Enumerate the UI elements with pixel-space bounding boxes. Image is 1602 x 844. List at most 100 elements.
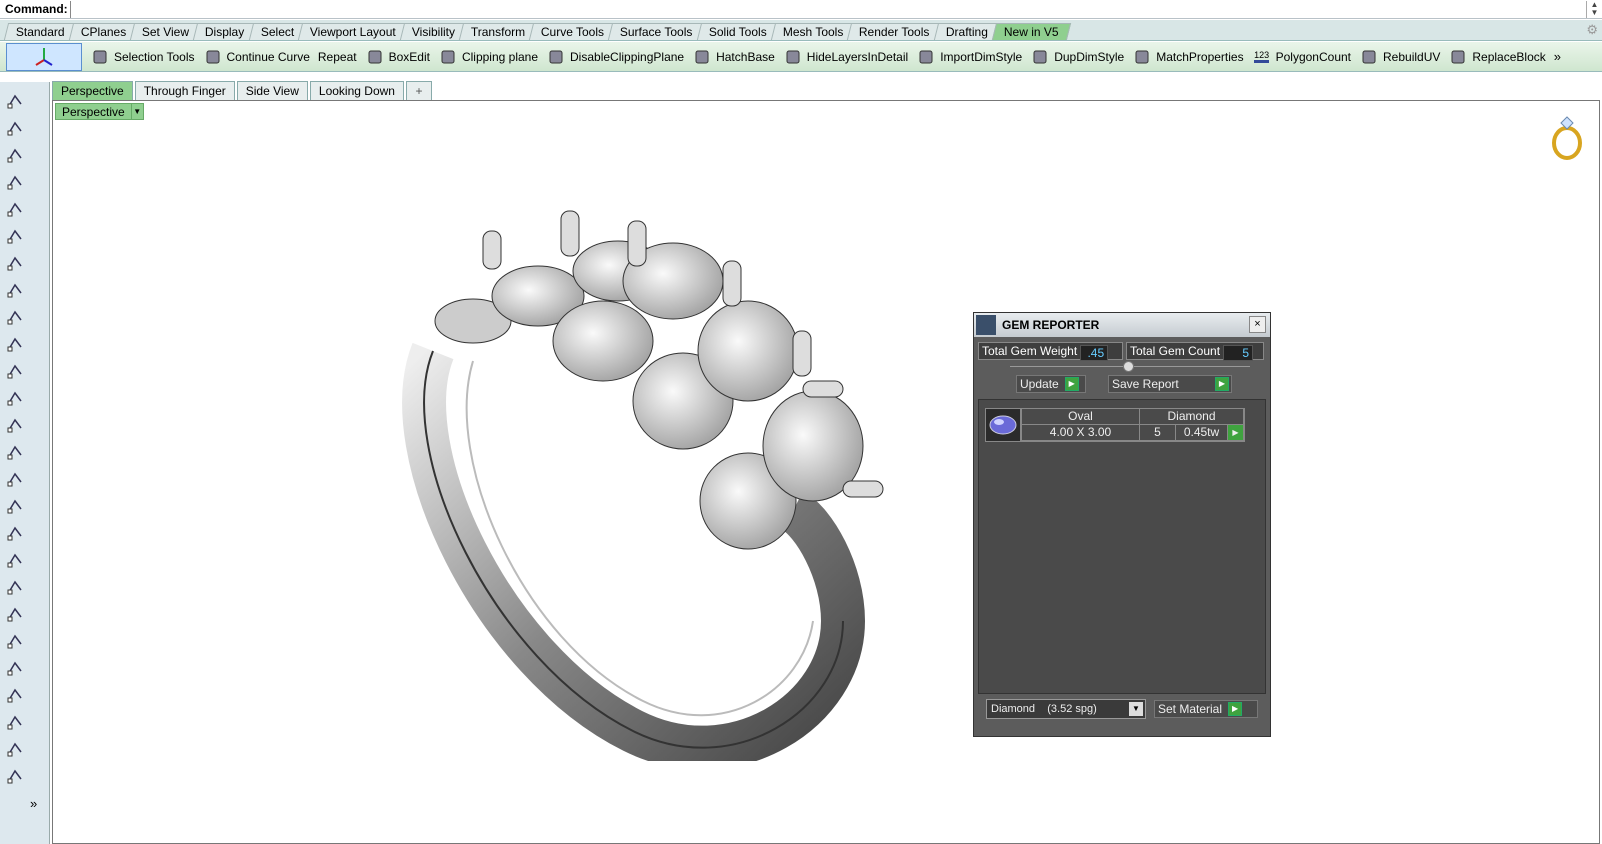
viewport-tab-through-finger[interactable]: Through Finger	[134, 81, 235, 100]
two-point-line-icon[interactable]	[4, 495, 26, 517]
polyline-tool-icon[interactable]	[4, 306, 26, 328]
tab-mesh-tools[interactable]: Mesh Tools	[770, 23, 856, 40]
toolbar-selection-tools-button[interactable]: Selection Tools	[90, 47, 195, 67]
save-report-button[interactable]: Save Report ▶	[1108, 375, 1232, 393]
toolbar-polygoncount-button[interactable]: 123 PolygonCount	[1252, 47, 1351, 67]
panel-splitter[interactable]	[1010, 361, 1250, 372]
curve-blend-icon[interactable]	[4, 738, 26, 760]
grid-points-icon[interactable]	[4, 333, 26, 355]
circle-3pt-icon[interactable]	[4, 630, 26, 652]
toolbar-more-button[interactable]: »	[1554, 49, 1561, 64]
toolbar-repeat-button[interactable]: Repeat	[318, 50, 357, 64]
splitter-knob-icon[interactable]	[1123, 361, 1134, 372]
toolbar-disableclippingplane-button[interactable]: DisableClippingPlane	[546, 47, 684, 67]
command-label: Command:	[5, 2, 68, 16]
circle-center-icon[interactable]	[4, 603, 26, 625]
point-icon[interactable]	[4, 117, 26, 139]
gear-icon[interactable]: ⚙	[1586, 22, 1598, 38]
viewport-tabs: Perspective Through Finger Side View Lookin…	[52, 80, 434, 100]
gem-shape: Oval	[1022, 409, 1140, 425]
set-material-button[interactable]: Set Material ▶	[1154, 700, 1258, 718]
close-icon[interactable]: ×	[1249, 316, 1266, 333]
viewport-tab-looking-down[interactable]: Looking Down	[309, 81, 404, 100]
tab-new-in-v5[interactable]: New in V5	[991, 23, 1071, 40]
gem-reporter-logo-icon	[976, 315, 996, 335]
tab-drafting[interactable]: Drafting	[933, 23, 1000, 40]
tab-standard[interactable]: Standard	[3, 23, 77, 40]
toolbar-item-label: ImportDimStyle	[940, 49, 1023, 64]
command-input[interactable]	[70, 0, 1586, 18]
box-tool-icon[interactable]	[4, 765, 26, 787]
rectangle-icon[interactable]	[4, 279, 26, 301]
gem-material: Diamond	[1140, 409, 1244, 425]
viewport-name[interactable]: Perspective	[55, 103, 132, 120]
toolbar-hatchbase-button[interactable]: HatchBase	[692, 47, 775, 67]
line-segment-icon[interactable]	[4, 441, 26, 463]
toolbar-matchproperties-button[interactable]: MatchProperties	[1132, 47, 1244, 67]
tab-solid-tools[interactable]: Solid Tools	[696, 23, 779, 40]
gumball-icon	[35, 47, 53, 66]
toolbar-continue-curve-button[interactable]: Continue Curve	[203, 47, 310, 67]
command-scroll[interactable]: ▲ ▼	[1586, 0, 1602, 18]
toolbar-item-label: ReplaceBlock	[1472, 49, 1546, 64]
viewport-title[interactable]: Perspective ▼	[55, 103, 144, 120]
tab-set-view[interactable]: Set View	[129, 23, 202, 40]
toolbar-boxedit-button[interactable]: BoxEdit	[365, 47, 430, 67]
tab-label: New in V5	[1003, 25, 1059, 39]
material-select-value: Diamond (3.52 spg)	[991, 703, 1097, 715]
viewport-tab-perspective[interactable]: Perspective	[52, 81, 133, 100]
play-arrow-icon: ▶	[1064, 377, 1079, 391]
arc-icon[interactable]	[4, 387, 26, 409]
play-arrow-icon: ▶	[1215, 377, 1229, 391]
angle-line-icon[interactable]	[4, 522, 26, 544]
polygon-tool-icon[interactable]	[4, 684, 26, 706]
viewport-tab-side-view[interactable]: Side View	[236, 81, 308, 100]
gears-icon[interactable]	[4, 198, 26, 220]
tab-viewport-layout[interactable]: Viewport Layout	[297, 23, 408, 40]
curve-icon[interactable]	[4, 252, 26, 274]
add-viewport-tab-button[interactable]: +	[405, 81, 432, 100]
circle-icon[interactable]	[4, 549, 26, 571]
move-icon[interactable]	[4, 171, 26, 193]
viewport[interactable]: Perspective ▼	[52, 100, 1600, 844]
tab-curve-tools[interactable]: Curve Tools	[529, 23, 617, 40]
tab-label: Standard	[15, 25, 65, 39]
select-arrow-icon[interactable]	[4, 90, 26, 112]
toolbar-clipping-plane-button[interactable]: Clipping plane	[438, 47, 538, 67]
point-on-curve-icon[interactable]	[4, 468, 26, 490]
dup-dimstyle-icon	[1030, 47, 1050, 67]
line-icon[interactable]	[4, 414, 26, 436]
curve-tool-icon[interactable]	[4, 711, 26, 733]
offset-icon[interactable]	[4, 360, 26, 382]
tab-render-tools[interactable]: Render Tools	[846, 23, 942, 40]
toolbar-rebuilduv-button[interactable]: RebuildUV	[1359, 47, 1440, 67]
tab-visibility[interactable]: Visibility	[399, 23, 468, 40]
chevron-down-icon[interactable]: ▼	[131, 103, 144, 120]
circle-tan-icon[interactable]	[4, 657, 26, 679]
gem-weight: 0.45tw	[1176, 425, 1228, 441]
toolbar-replaceblock-button[interactable]: ReplaceBlock	[1448, 47, 1546, 67]
toolbar-hidelayersindetail-button[interactable]: HideLayersInDetail	[783, 47, 908, 67]
tab-surface-tools[interactable]: Surface Tools	[608, 23, 705, 40]
tab-display[interactable]: Display	[193, 23, 257, 40]
toolbar-item-label: HatchBase	[716, 49, 775, 64]
chevron-down-icon[interactable]: ▼	[1129, 702, 1143, 716]
total-count-field: Total Gem Count 5	[1126, 342, 1264, 361]
polyline-icon[interactable]	[4, 144, 26, 166]
tab-cplanes[interactable]: CPlanes	[68, 23, 139, 40]
tab-transform[interactable]: Transform	[458, 23, 538, 40]
material-select[interactable]: Diamond (3.52 spg) ▼	[986, 699, 1146, 719]
highlight-icon[interactable]	[4, 225, 26, 247]
gem-entry-arrow[interactable]: ▶	[1228, 425, 1244, 441]
toolbar-item-label: Continue Curve	[226, 49, 310, 64]
set-material-label: Set Material	[1158, 702, 1223, 716]
gem-reporter-panel: GEM REPORTER × Total Gem Weight .45 Tota…	[973, 312, 1271, 737]
sidebar-more-button[interactable]: »	[30, 796, 37, 811]
toolbar-dupdimstyle-button[interactable]: DupDimStyle	[1030, 47, 1124, 67]
toolbar-importdimstyle-button[interactable]: ImportDimStyle	[916, 47, 1022, 67]
gumball-button[interactable]	[6, 42, 82, 71]
tab-label: Display	[205, 25, 245, 39]
list-item[interactable]: Oval Diamond 4.00 X 3.00 5 0.45tw ▶	[985, 408, 1245, 442]
circle-2pt-icon[interactable]	[4, 576, 26, 598]
update-button[interactable]: Update ▶	[1016, 375, 1086, 393]
